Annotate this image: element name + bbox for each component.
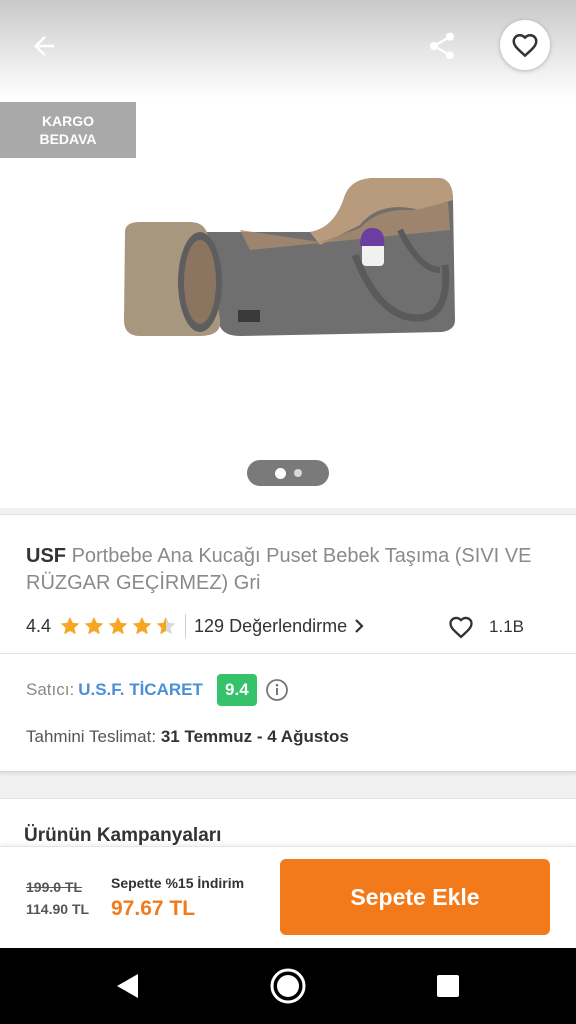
nav-recents-icon bbox=[437, 975, 459, 997]
nav-home-icon bbox=[270, 968, 306, 1004]
share-button[interactable] bbox=[420, 24, 464, 68]
product-name: Portbebe Ana Kucağı Puset Bebek Taşıma (… bbox=[26, 545, 532, 594]
product-info-card: USF Portbebe Ana Kucağı Puset Bebek Taşı… bbox=[0, 514, 576, 772]
delivery-dates: 31 Temmuz - 4 Ağustos bbox=[160, 727, 349, 746]
image-pager bbox=[247, 460, 329, 486]
delivery-estimate: Tahmini Teslimat: 31 Temmuz - 4 Ağustos bbox=[26, 727, 349, 747]
star-icon bbox=[84, 616, 104, 635]
star-icon bbox=[60, 616, 80, 635]
heart-outline-icon bbox=[512, 33, 538, 58]
arrow-left-icon bbox=[34, 36, 54, 56]
rating-row: 4.4 129 Değerlendirme 1.1B bbox=[26, 613, 556, 639]
discounted-price: 114.90 TL bbox=[26, 901, 90, 917]
add-to-cart-button[interactable]: Sepete Ekle bbox=[280, 859, 550, 935]
badge-line-1: KARGO bbox=[41, 113, 95, 129]
nav-recents-button[interactable] bbox=[410, 948, 486, 1024]
section-divider bbox=[0, 653, 576, 654]
brand-name[interactable]: USF bbox=[26, 545, 66, 567]
star-icon bbox=[108, 616, 128, 635]
original-price: 199.0 TL bbox=[26, 879, 83, 895]
product-title: USF Portbebe Ana Kucağı Puset Bebek Taşı… bbox=[26, 543, 556, 597]
nav-home-button[interactable] bbox=[250, 948, 326, 1024]
rating-value: 4.4 bbox=[26, 615, 52, 636]
seller-score-badge: 9.4 bbox=[216, 674, 257, 706]
likes-count: 1.1B bbox=[489, 617, 524, 636]
system-nav-bar bbox=[0, 948, 576, 1024]
basket-discount-text: Sepette %15 İndirim bbox=[111, 875, 245, 891]
free-shipping-badge: KARGO BEDAVA bbox=[0, 102, 136, 158]
chevron-right-icon bbox=[355, 619, 364, 633]
pager-dot bbox=[293, 469, 302, 477]
badge-line-2: BEDAVA bbox=[39, 131, 97, 147]
info-icon[interactable] bbox=[265, 678, 289, 702]
likes-counter[interactable]: 1.1B bbox=[447, 613, 524, 641]
pager-dot-active bbox=[274, 467, 286, 479]
heart-outline-icon bbox=[449, 616, 473, 639]
share-icon bbox=[430, 32, 454, 60]
star-icon bbox=[156, 616, 176, 635]
star-icon bbox=[132, 616, 152, 635]
seller-row: Satıcı: U.S.F. TİCARET 9.4 bbox=[26, 673, 289, 707]
product-image[interactable] bbox=[120, 170, 460, 345]
favorite-button[interactable] bbox=[500, 20, 550, 70]
rating-stars bbox=[59, 615, 177, 637]
nav-back-button[interactable] bbox=[90, 948, 166, 1024]
seller-label: Satıcı: bbox=[26, 680, 75, 699]
nav-back-icon bbox=[117, 974, 138, 998]
rating-divider bbox=[185, 614, 187, 638]
delivery-label: Tahmini Teslimat: bbox=[26, 727, 157, 746]
reviews-link[interactable]: 129 Değerlendirme bbox=[194, 616, 365, 637]
final-price: 97.67 TL bbox=[111, 897, 196, 920]
back-button[interactable] bbox=[22, 24, 66, 68]
top-shade bbox=[0, 0, 576, 100]
campaigns-title: Ürünün Kampanyaları bbox=[24, 825, 222, 846]
purchase-bar: 199.0 TL 114.90 TL Sepette %15 İndirim 9… bbox=[0, 846, 576, 948]
seller-name-link[interactable]: U.S.F. TİCARET bbox=[78, 680, 203, 700]
product-detail-screen: KARGO BEDAVA USF Portbebe Ana Kucağı Pus… bbox=[0, 0, 576, 1024]
product-gallery[interactable]: KARGO BEDAVA bbox=[0, 0, 576, 508]
reviews-label: 129 Değerlendirme bbox=[194, 615, 348, 636]
